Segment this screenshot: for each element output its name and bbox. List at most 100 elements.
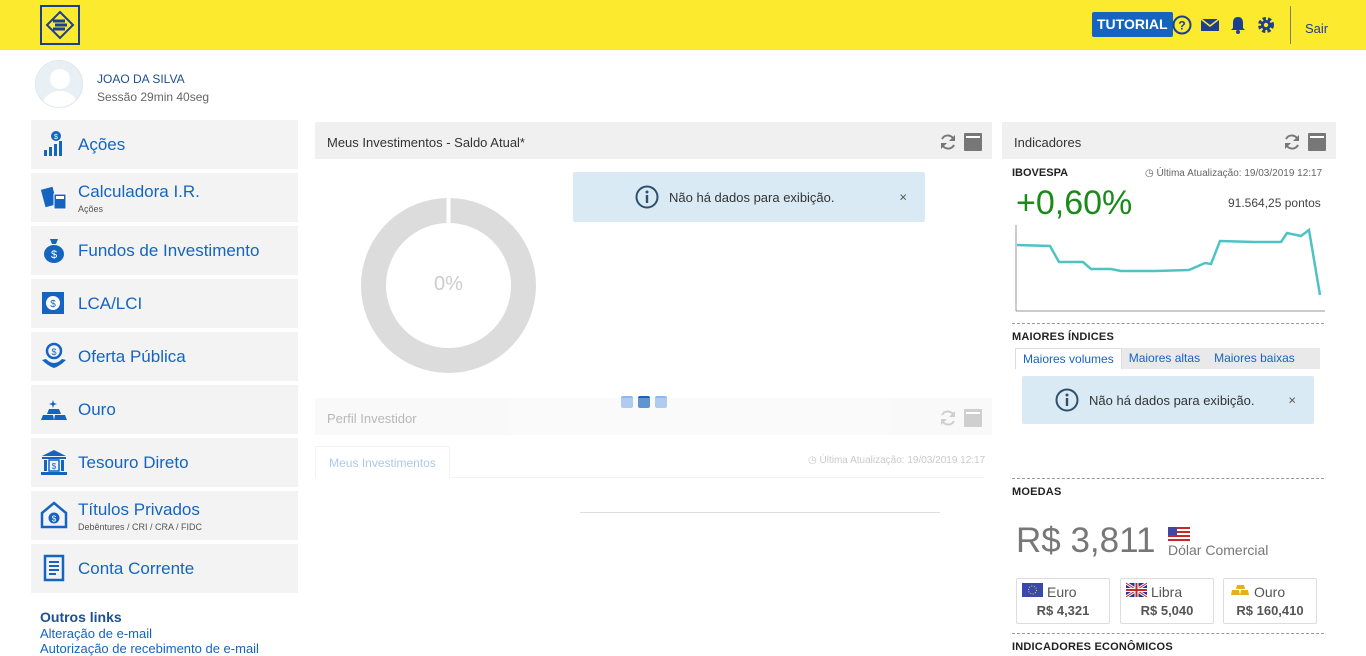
eu-flag-icon — [1022, 583, 1043, 597]
clock-icon: ◷ — [1145, 168, 1157, 179]
hand-coin-icon: $ — [42, 342, 66, 368]
sidebar-item-calculadora[interactable]: Calculadora I.R. Ações — [31, 173, 298, 222]
currency-name: Euro — [1047, 584, 1077, 600]
tutorial-button[interactable]: TUTORIAL — [1092, 12, 1173, 37]
svg-text:?: ? — [1178, 19, 1185, 33]
sidebar-item-label: Oferta Pública — [78, 347, 186, 366]
refresh-icon[interactable] — [938, 408, 958, 428]
sidebar-item-label: Títulos Privados — [78, 500, 200, 519]
svg-text:$: $ — [52, 462, 57, 471]
indicadores-economicos-title: INDICADORES ECONÔMICOS — [1012, 641, 1173, 653]
alert-close-button[interactable]: × — [899, 190, 907, 205]
session-timer: Sessão 29min 40seg — [97, 90, 210, 104]
indices-no-data-alert: Não há dados para exibição. × — [1022, 376, 1314, 424]
info-icon — [635, 185, 659, 209]
refresh-icon[interactable] — [938, 132, 958, 152]
sidebar-item-label: LCA/LCI — [78, 294, 143, 313]
svg-text:$: $ — [51, 347, 56, 357]
sidebar-item-fundos[interactable]: $ Fundos de Investimento — [31, 226, 298, 275]
settings-gear-icon[interactable] — [1256, 15, 1276, 35]
perfil-update-time: ◷ Última Atualização: 19/03/2019 12:17 — [808, 455, 985, 466]
mail-icon[interactable] — [1200, 15, 1220, 35]
ibovespa-points: 91.564,25 pontos — [1228, 196, 1321, 210]
sidebar-item-label: Ações — [78, 135, 126, 154]
dolar-label: Dólar Comercial — [1168, 542, 1269, 558]
sidebar-item-label: Calculadora I.R. — [78, 182, 200, 201]
avatar — [35, 60, 83, 108]
investments-no-data-alert: Não há dados para exibição. × — [573, 172, 925, 222]
link-alteracao-email[interactable]: Alteração de e-mail — [40, 626, 152, 641]
svg-text:$: $ — [54, 134, 58, 141]
sidebar-item-acoes[interactable]: $ Ações — [31, 120, 298, 169]
svg-text:$: $ — [50, 299, 56, 310]
sidebar-item-sublabel: Ações — [78, 204, 104, 214]
alert-message: Não há dados para exibição. — [1089, 392, 1255, 408]
tab-maiores-volumes[interactable]: Maiores volumes — [1015, 348, 1122, 369]
ibovespa-update-time: ◷ Última Atualização: 19/03/2019 12:17 — [1145, 168, 1322, 179]
minimize-icon[interactable] — [963, 132, 983, 152]
info-icon — [1055, 388, 1079, 412]
wheat-coin-icon: $ — [42, 292, 64, 314]
donut-center-value: 0% — [434, 273, 463, 295]
alert-close-button[interactable]: × — [1288, 393, 1296, 408]
top-bar: TUTORIAL ? Sair — [0, 0, 1366, 50]
investments-panel-title: Meus Investimentos - Saldo Atual* — [327, 135, 525, 150]
currency-value: R$ 4,321 — [1036, 603, 1090, 618]
sidebar-item-titulos-privados[interactable]: $ Títulos Privados Debêntures / CRI / CR… — [31, 491, 298, 540]
currency-card-ouro: Ouro R$ 160,410 — [1223, 578, 1317, 624]
minimize-icon[interactable] — [1307, 132, 1327, 152]
clock-icon: ◷ — [808, 455, 820, 466]
us-flag-icon — [1168, 527, 1190, 542]
tab-maiores-baixas[interactable]: Maiores baixas — [1207, 348, 1302, 369]
money-bag-icon: $ — [44, 239, 64, 263]
bank-logo-icon[interactable] — [40, 5, 80, 45]
link-autorizacao-email[interactable]: Autorização de recebimento de e-mail — [40, 641, 259, 656]
minimize-icon[interactable] — [963, 408, 983, 428]
indicators-panel-title: Indicadores — [1014, 135, 1082, 150]
perfil-panel-header: Perfil Investidor — [315, 398, 992, 435]
perfil-divider — [580, 512, 940, 513]
calculator-icon — [40, 186, 67, 210]
bell-icon[interactable] — [1228, 15, 1248, 35]
sidebar-item-lca-lci[interactable]: $ LCA/LCI — [31, 279, 298, 328]
sidebar-item-ouro[interactable]: Ouro — [31, 385, 298, 434]
indicators-panel-header: Indicadores — [1002, 122, 1336, 159]
divider — [1012, 478, 1324, 479]
dolar-rate-value: R$ 3,811 — [1016, 521, 1156, 560]
outros-links-title: Outros links — [40, 609, 122, 625]
maiores-indices-title: MAIORES ÍNDICES — [1012, 331, 1115, 343]
ibovespa-update-text: Última Atualização: 19/03/2019 12:17 — [1156, 168, 1323, 179]
sidebar-item-tesouro-direto[interactable]: $ Tesouro Direto — [31, 438, 298, 487]
perfil-update-text: Última Atualização: 19/03/2019 12:17 — [819, 455, 986, 466]
ibovespa-label: IBOVESPA — [1012, 167, 1069, 179]
uk-flag-icon — [1126, 583, 1147, 597]
alert-message: Não há dados para exibição. — [669, 189, 835, 205]
maiores-indices-tabs: Maiores volumes Maiores altas Maiores ba… — [1015, 348, 1320, 369]
user-name: JOAO DA SILVA — [97, 72, 185, 86]
moedas-title: MOEDAS — [1012, 486, 1062, 498]
sidebar-item-sublabel: Debêntures / CRI / CRA / FIDC — [78, 522, 203, 532]
refresh-icon[interactable] — [1282, 132, 1302, 152]
statement-document-icon — [43, 554, 65, 582]
tab-meus-investimentos[interactable]: Meus Investimentos — [315, 446, 450, 478]
tab-maiores-altas[interactable]: Maiores altas — [1122, 348, 1207, 369]
currency-name: Ouro — [1254, 584, 1286, 600]
house-coin-icon: $ — [40, 501, 68, 529]
divider — [1012, 323, 1324, 324]
divider — [1012, 633, 1324, 634]
tab-baseline — [450, 477, 984, 478]
gold-bar-icon — [1231, 585, 1249, 595]
logout-link[interactable]: Sair — [1305, 21, 1328, 36]
investments-panel-header: Meus Investimentos - Saldo Atual* — [315, 122, 992, 159]
ibovespa-change: +0,60% — [1016, 184, 1133, 222]
currency-value: R$ 5,040 — [1140, 603, 1194, 618]
sidebar-item-oferta-publica[interactable]: $ Oferta Pública — [31, 332, 298, 381]
help-icon[interactable]: ? — [1172, 15, 1192, 35]
currency-card-libra: Libra R$ 5,040 — [1120, 578, 1214, 624]
svg-text:$: $ — [52, 515, 57, 524]
currency-name: Libra — [1151, 584, 1183, 600]
svg-text:$: $ — [51, 249, 57, 261]
sidebar-item-conta-corrente[interactable]: Conta Corrente — [31, 544, 298, 593]
perfil-panel-title: Perfil Investidor — [327, 411, 417, 426]
sidebar-item-label: Ouro — [78, 400, 116, 419]
